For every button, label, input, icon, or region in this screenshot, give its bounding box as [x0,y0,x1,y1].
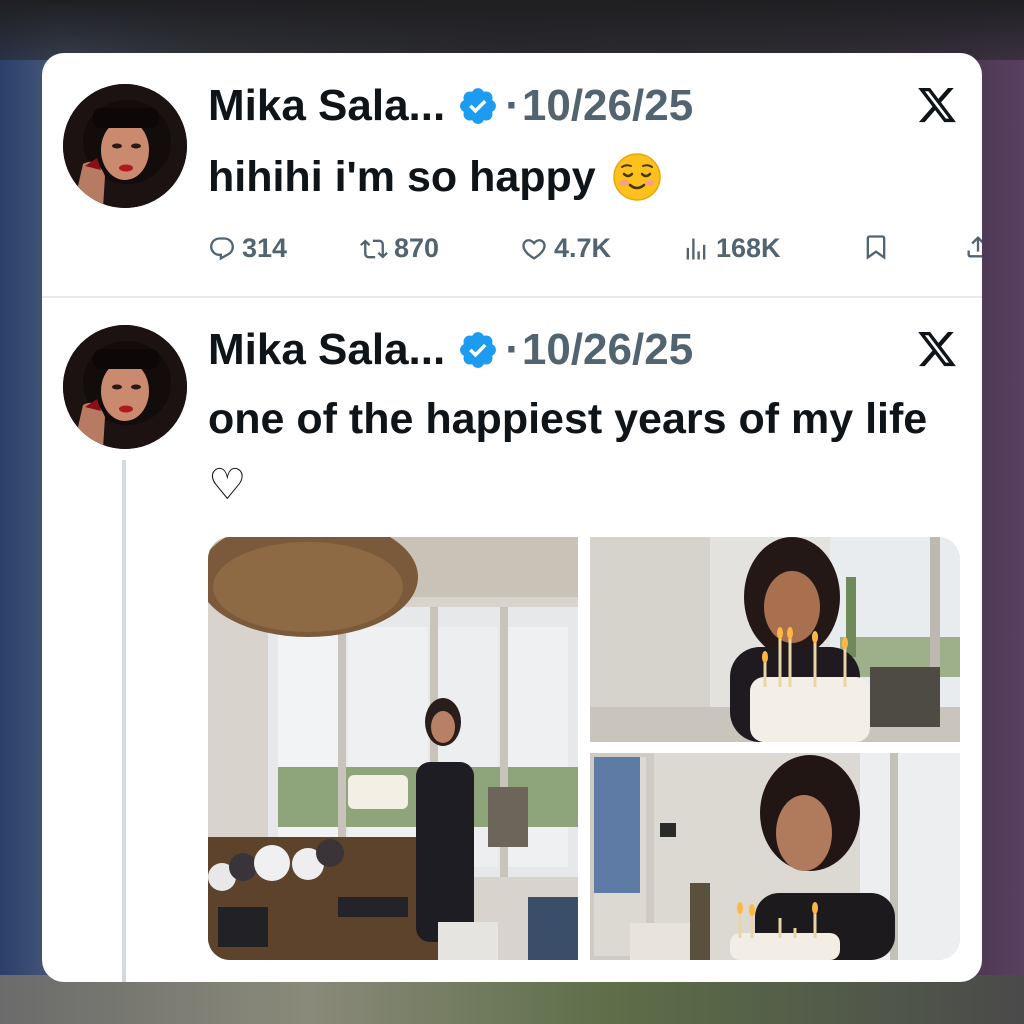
tweet-card: Mika Sala... · 10/26/25 hihihi i'm so ha… [42,53,982,982]
tweet-text: one of the happiest years of my life ♡ [208,386,928,518]
tweet-text-content: hihihi i'm so happy [208,153,596,201]
author-name[interactable]: Mika Sala... [208,81,445,131]
author-name[interactable]: Mika Sala... [208,325,445,375]
separator-dot: · [505,81,520,130]
action-bar: 314 870 4.7K 168K [208,233,982,269]
background-bottom [0,975,1024,1024]
like-count: 4.7K [554,233,612,263]
repost-count: 870 [394,233,440,263]
background-top [0,0,1024,60]
bookmark-icon [866,235,886,260]
tweet-text-content: one of the happiest years of my life [208,395,928,443]
views-button[interactable]: 168K [682,233,781,264]
verified-badge-icon [460,88,497,124]
repost-icon [360,239,388,258]
reply-icon [210,236,234,260]
avatar[interactable] [63,84,187,208]
tweet-2[interactable]: Mika Sala... · 10/26/25 one of the happi… [42,298,982,982]
tweet-date[interactable]: 10/26/25 [522,81,693,131]
views-count: 168K [716,233,781,263]
media-grid [208,537,960,960]
share-icon [967,236,982,258]
verified-badge-icon [460,332,497,368]
x-logo-icon[interactable] [916,84,958,126]
photo-candles-cake[interactable] [590,537,960,742]
views-icon [686,238,706,259]
tweet-header: Mika Sala... · 10/26/25 [208,325,693,375]
thread-line [122,460,126,982]
avatar[interactable] [63,325,187,449]
separator-dot: · [505,325,520,374]
relieved-smile-emoji-icon [612,153,661,201]
photo-birthday-room[interactable] [208,537,578,960]
bookmark-button[interactable] [862,233,896,261]
heart-glyph: ♡ [208,461,247,509]
tweet-date[interactable]: 10/26/25 [522,325,693,375]
like-button[interactable]: 4.7K [520,233,611,264]
tweet-text: hihihi i'm so happy [208,144,662,210]
repost-button[interactable]: 870 [360,233,439,264]
tweet-1[interactable]: Mika Sala... · 10/26/25 hihihi i'm so ha… [42,53,982,298]
reply-button[interactable]: 314 [208,233,287,264]
x-logo-icon[interactable] [916,328,958,370]
like-icon [522,238,546,260]
share-button[interactable] [964,233,982,261]
photo-blowing-candles[interactable] [590,753,960,960]
reply-count: 314 [242,233,288,263]
tweet-header: Mika Sala... · 10/26/25 [208,81,693,131]
